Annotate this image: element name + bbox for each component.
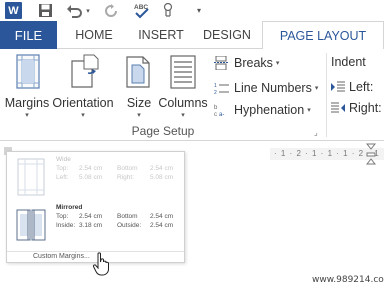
orientation-icon bbox=[64, 53, 102, 91]
orientation-button[interactable]: Orientation ▾ bbox=[52, 53, 114, 119]
mirrored-top-label: Top: bbox=[56, 213, 69, 220]
mirrored-outside-value: 2.54 cm bbox=[150, 222, 174, 229]
quick-access-toolbar: W ▾ ABC ▾ bbox=[0, 0, 384, 21]
wide-top-value: 2.54 cm bbox=[79, 165, 103, 172]
watermark-text: www.989214.com bbox=[312, 275, 384, 285]
hyphenation-icon: b c a- bbox=[214, 103, 231, 118]
document-area: · 1 · 2 · 1 · 1 · 1 · 2 · 1 Wide Top: 2.… bbox=[0, 141, 384, 291]
columns-label: Columns bbox=[158, 96, 208, 110]
mirrored-margins-thumbnail-icon bbox=[16, 206, 46, 244]
orientation-dropdown-icon: ▾ bbox=[81, 112, 85, 119]
mirrored-bottom-label: Bottom bbox=[117, 213, 138, 220]
mirrored-inside-value: 3.18 cm bbox=[79, 222, 103, 229]
breaks-dropdown-icon: ▾ bbox=[275, 60, 280, 67]
size-button[interactable]: Size ▾ bbox=[124, 53, 154, 119]
indent-right-row[interactable]: Right: bbox=[331, 101, 382, 115]
indent-right-icon bbox=[331, 102, 345, 114]
group-divider bbox=[326, 53, 327, 137]
mirrored-title: Mirrored bbox=[56, 204, 83, 211]
tab-design[interactable]: DESIGN bbox=[197, 21, 257, 49]
hand-pointer-cursor-icon bbox=[92, 252, 110, 276]
svg-text:c: c bbox=[214, 112, 217, 117]
mirrored-top-value: 2.54 cm bbox=[79, 213, 103, 220]
hyphenation-label: Hyphenation bbox=[234, 103, 305, 117]
size-icon bbox=[124, 53, 154, 91]
indent-right-label: Right: bbox=[349, 101, 382, 115]
size-dropdown-icon: ▾ bbox=[137, 112, 141, 119]
line-numbers-label: Line Numbers bbox=[234, 81, 312, 95]
indent-left-row[interactable]: Left: bbox=[331, 80, 373, 94]
wide-bottom-label: Bottom bbox=[117, 165, 138, 172]
indent-title: Indent bbox=[331, 55, 366, 69]
svg-text:b: b bbox=[214, 105, 218, 111]
wide-left-label: Left: bbox=[56, 174, 69, 181]
breaks-icon bbox=[214, 55, 231, 71]
spelling-abc-icon[interactable]: ABC bbox=[133, 2, 151, 19]
save-icon[interactable] bbox=[38, 3, 53, 18]
line-numbers-dropdown-icon: ▾ bbox=[314, 85, 319, 92]
svg-text:2: 2 bbox=[214, 90, 217, 95]
undo-icon[interactable] bbox=[66, 2, 82, 19]
mirrored-inside-label: Inside: bbox=[56, 222, 76, 229]
tab-insert[interactable]: INSERT bbox=[128, 21, 194, 49]
customize-qat-icon[interactable]: ▾ bbox=[194, 2, 204, 19]
wide-right-value: 5.08 cm bbox=[150, 174, 174, 181]
margins-dropdown-gallery: Wide Top: 2.54 cm Left: 5.08 cm Bottom 2… bbox=[6, 151, 185, 263]
size-label: Size bbox=[126, 96, 152, 110]
hyphenation-button[interactable]: b c a- Hyphenation ▾ bbox=[214, 100, 311, 120]
margins-dropdown-icon: ▾ bbox=[25, 112, 29, 119]
page-setup-group-label: Page Setup bbox=[131, 124, 195, 138]
wide-margins-thumbnail-icon bbox=[16, 158, 46, 196]
touch-mode-icon[interactable] bbox=[160, 2, 176, 19]
mirrored-bottom-value: 2.54 cm bbox=[150, 213, 174, 220]
line-numbers-button[interactable]: 12 Line Numbers ▾ bbox=[214, 78, 318, 98]
margin-option-mirrored[interactable]: Mirrored Top: 2.54 cm Inside: 3.18 cm Bo… bbox=[7, 202, 184, 248]
ribbon-panel: Margins ▾ Orientation ▾ Size ▾ Columns ▾… bbox=[0, 49, 384, 141]
tab-page-layout[interactable]: PAGE LAYOUT bbox=[262, 21, 384, 50]
svg-text:1: 1 bbox=[214, 83, 217, 89]
wide-bottom-value: 2.54 cm bbox=[150, 165, 174, 172]
tab-file[interactable]: FILE bbox=[0, 21, 57, 49]
margins-icon bbox=[8, 53, 46, 91]
orientation-label: Orientation bbox=[52, 96, 114, 110]
columns-icon bbox=[164, 53, 202, 91]
mirrored-outside-label: Outside: bbox=[117, 222, 142, 229]
custom-margins-menu-item[interactable]: Custom Margins... bbox=[33, 253, 90, 260]
wide-top-label: Top: bbox=[56, 165, 69, 172]
hyphenation-dropdown-icon: ▾ bbox=[307, 107, 311, 114]
ruler-indent-marker-icon[interactable] bbox=[365, 143, 377, 165]
wide-title: Wide bbox=[56, 156, 71, 163]
breaks-label: Breaks bbox=[234, 56, 273, 70]
page-setup-dialog-launcher-icon[interactable]: ⌟ bbox=[314, 128, 323, 137]
breaks-button[interactable]: Breaks ▾ bbox=[214, 53, 279, 73]
margins-label: Margins bbox=[4, 96, 50, 110]
columns-dropdown-icon: ▾ bbox=[181, 112, 185, 119]
word-icon[interactable]: W bbox=[5, 2, 22, 19]
svg-text:a-: a- bbox=[219, 112, 224, 117]
wide-right-label: Right: bbox=[117, 174, 134, 181]
line-numbers-icon: 12 bbox=[214, 81, 231, 96]
undo-dropdown-icon[interactable]: ▾ bbox=[84, 2, 92, 19]
wide-left-value: 5.08 cm bbox=[79, 174, 103, 181]
margins-button[interactable]: Margins ▾ bbox=[4, 53, 50, 119]
indent-left-icon bbox=[331, 81, 345, 93]
redo-icon[interactable] bbox=[104, 2, 118, 19]
margin-option-wide[interactable]: Wide Top: 2.54 cm Left: 5.08 cm Bottom 2… bbox=[7, 154, 184, 200]
tab-home[interactable]: HOME bbox=[63, 21, 125, 49]
columns-button[interactable]: Columns ▾ bbox=[158, 53, 208, 119]
indent-left-label: Left: bbox=[349, 80, 374, 94]
ribbon-tabs: FILE HOME INSERT DESIGN PAGE LAYOUT bbox=[0, 21, 384, 50]
